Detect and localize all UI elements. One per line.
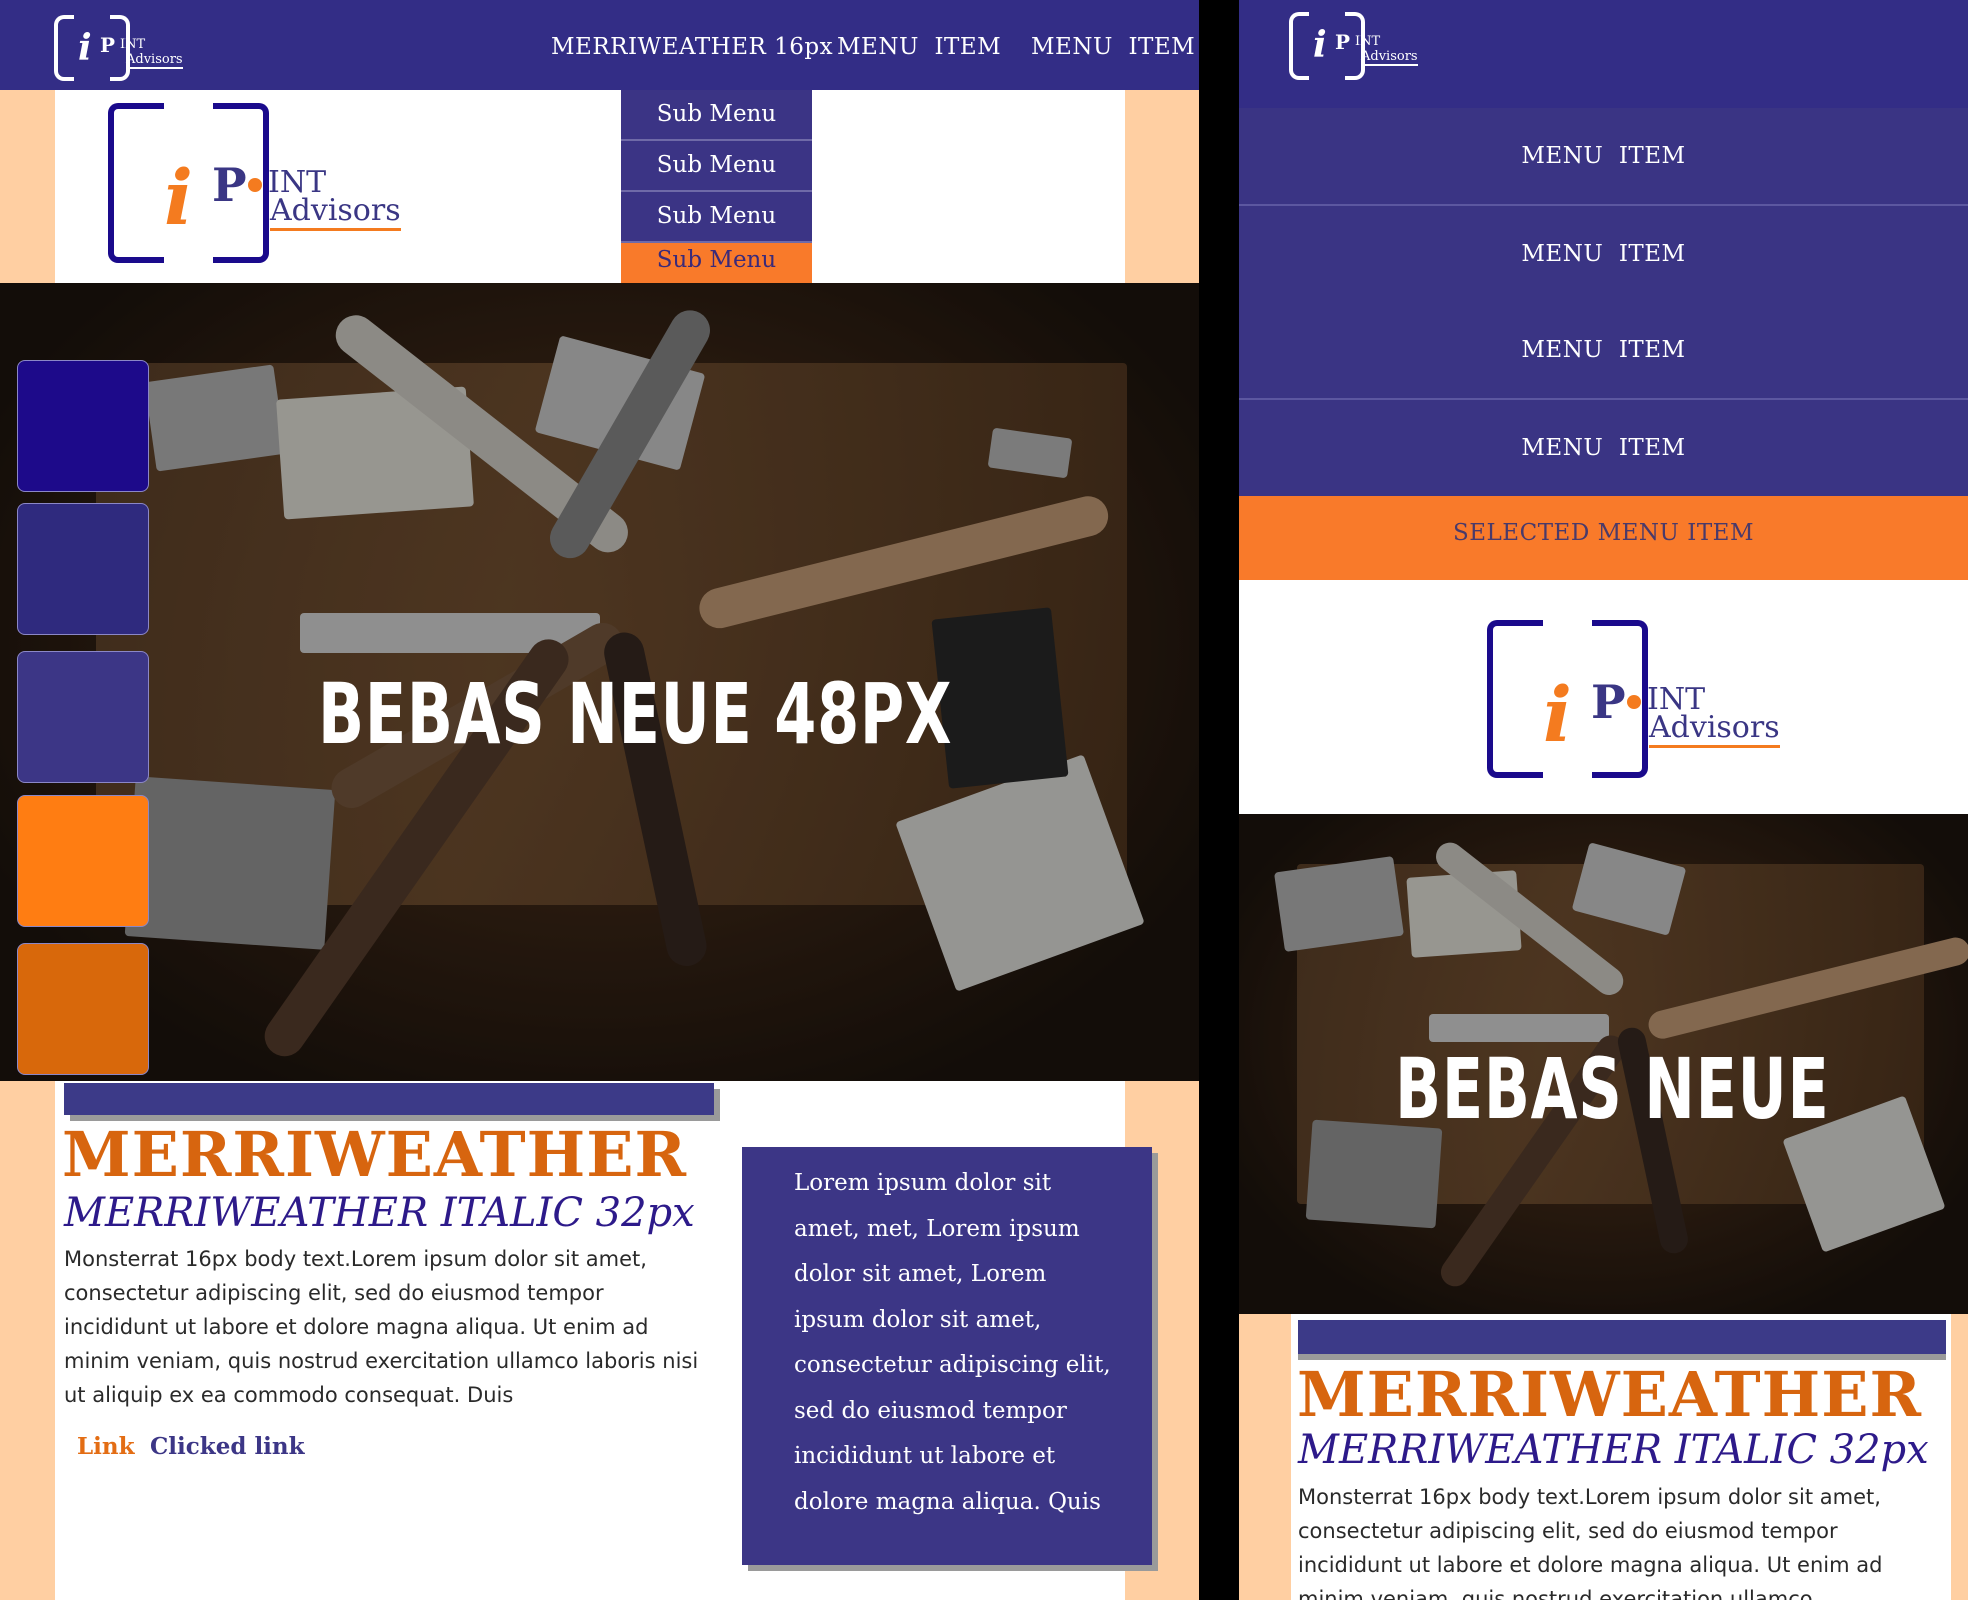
color-swatch-orange bbox=[17, 795, 149, 927]
mobile-hero-title: BEBAS NEUE bbox=[1395, 1040, 1830, 1138]
mobile-menu-item[interactable]: MENU ITEM bbox=[1239, 206, 1968, 304]
heading-merriweather: MERRIWEATHER bbox=[62, 1118, 688, 1191]
logo-advisors: Advisors bbox=[270, 193, 401, 231]
mobile-menu-item[interactable]: MENU ITEM bbox=[1239, 108, 1968, 206]
link[interactable]: Link bbox=[77, 1433, 135, 1460]
bracket-left-icon bbox=[54, 15, 74, 81]
hero-title: BEBAS NEUE 48PX bbox=[318, 665, 953, 763]
clicked-link[interactable]: Clicked link bbox=[150, 1433, 305, 1460]
logo-p: P bbox=[100, 33, 116, 57]
top-nav: i P INT Advisors MERRIWEATHER 16px MENU … bbox=[0, 0, 1199, 90]
logo-dot-icon bbox=[1627, 695, 1641, 709]
nav-item-menu-1[interactable]: MENU ITEM bbox=[837, 34, 1001, 60]
logo-i: i bbox=[164, 153, 193, 242]
mobile-menu-item[interactable]: MENU ITEM bbox=[1239, 302, 1968, 400]
subheading-italic: MERRIWEATHER ITALIC 32px bbox=[64, 1190, 695, 1236]
color-swatch-navy bbox=[17, 503, 149, 635]
color-swatch-dark-orange bbox=[17, 943, 149, 1075]
color-swatch-deep-purple bbox=[17, 360, 149, 492]
color-swatch-indigo bbox=[17, 651, 149, 783]
submenu-item[interactable]: Sub Menu bbox=[621, 141, 812, 192]
logo-advisors: Advisors bbox=[1361, 49, 1418, 66]
logo-advisors: Advisors bbox=[1649, 710, 1780, 748]
nav-logo[interactable]: i P INT Advisors bbox=[54, 15, 183, 81]
mobile-menu-item[interactable]: MENU ITEM bbox=[1239, 400, 1968, 498]
nav-item-menu-2[interactable]: MENU ITEM bbox=[1031, 34, 1195, 60]
brand-logo: i P INT Advisors bbox=[108, 103, 401, 263]
mobile-nav-logo[interactable]: i P INT Advisors bbox=[1289, 12, 1418, 80]
heading-bar bbox=[64, 1083, 714, 1115]
logo-int: INT bbox=[1355, 34, 1381, 49]
mobile-body-text: Monsterrat 16px body text.Lorem ipsum do… bbox=[1298, 1485, 1883, 1600]
submenu-dropdown: Sub Menu Sub Menu Sub Menu Sub Menu bbox=[621, 90, 812, 283]
logo-advisors: Advisors bbox=[126, 52, 183, 69]
mobile-brand-logo: i P INT Advisors bbox=[1487, 620, 1780, 778]
mobile-subheading: MERRIWEATHER ITALIC 32px bbox=[1298, 1427, 1929, 1473]
logo-i: i bbox=[1313, 24, 1327, 66]
desktop-mockup: i P INT Advisors MERRIWEATHER 16px MENU … bbox=[0, 0, 1199, 1600]
logo-i: i bbox=[78, 27, 92, 69]
nav-item-merriweather[interactable]: MERRIWEATHER 16px bbox=[551, 34, 833, 60]
bracket-left-icon bbox=[108, 103, 164, 263]
bracket-left-icon bbox=[1289, 12, 1309, 80]
submenu-item[interactable]: Sub Menu bbox=[621, 192, 812, 243]
body-text: Monsterrat 16px body text.Lorem ipsum do… bbox=[64, 1247, 699, 1407]
logo-p: P bbox=[212, 158, 247, 212]
mobile-heading: MERRIWEATHER bbox=[1297, 1358, 1923, 1431]
mobile-heading-bar bbox=[1298, 1320, 1946, 1360]
card-text: Lorem ipsum dolor sit amet, met, Lorem i… bbox=[794, 1170, 1111, 1515]
logo-dot-icon bbox=[248, 178, 262, 192]
mobile-menu-item-selected[interactable]: SELECTED MENU ITEM bbox=[1239, 496, 1968, 580]
logo-i: i bbox=[1543, 670, 1572, 759]
logo-p: P bbox=[1591, 675, 1626, 729]
submenu-item-selected[interactable]: Sub Menu bbox=[621, 243, 812, 283]
logo-p: P bbox=[1335, 30, 1351, 54]
content-card: Lorem ipsum dolor sit amet, met, Lorem i… bbox=[742, 1147, 1152, 1565]
logo-int: INT bbox=[120, 37, 146, 52]
submenu-item[interactable]: Sub Menu bbox=[621, 90, 812, 141]
bracket-left-icon bbox=[1487, 620, 1543, 778]
